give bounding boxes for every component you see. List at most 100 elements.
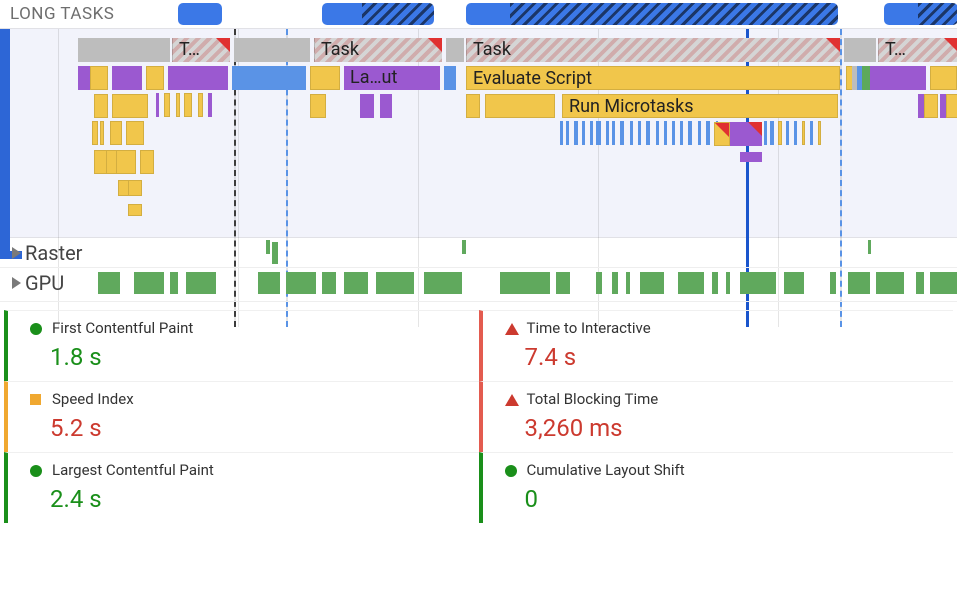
raster-event[interactable] <box>272 242 278 264</box>
task-label: Task <box>321 39 359 60</box>
metric-name: Cumulative Layout Shift <box>527 461 948 479</box>
long-task-segment[interactable] <box>884 3 918 25</box>
long-task-warning-icon <box>216 38 230 52</box>
raster-event[interactable] <box>266 240 270 254</box>
metric-name: First Contentful Paint <box>52 319 473 337</box>
task-block[interactable]: Task <box>466 38 840 62</box>
gpu-event[interactable] <box>286 272 316 294</box>
long-task-segment[interactable] <box>322 3 362 25</box>
gpu-event[interactable] <box>830 272 836 294</box>
metric-value: 1.8 s <box>50 343 473 371</box>
metric-card[interactable]: Speed Index5.2 s <box>4 381 479 452</box>
frame-block[interactable] <box>740 152 762 162</box>
evaluate-script-block[interactable]: Evaluate Script <box>466 66 840 90</box>
frame-block[interactable] <box>924 94 938 118</box>
gpu-event[interactable] <box>848 272 870 294</box>
frame-block[interactable] <box>232 66 306 90</box>
frame-block[interactable] <box>94 94 108 118</box>
frame-block[interactable] <box>90 66 108 90</box>
gpu-event[interactable] <box>876 272 904 294</box>
metric-card[interactable]: Total Blocking Time3,260 ms <box>479 381 954 452</box>
gpu-event[interactable] <box>596 272 602 294</box>
task-block[interactable] <box>78 38 170 62</box>
long-task-segment-hatch[interactable] <box>918 3 957 25</box>
frame-block[interactable] <box>78 66 90 90</box>
frame-block[interactable] <box>128 204 142 216</box>
frame-block[interactable] <box>946 94 957 118</box>
metric-card[interactable]: First Contentful Paint 1.8 s <box>4 310 479 381</box>
task-label: Task <box>473 39 511 60</box>
frame-block[interactable] <box>168 66 228 90</box>
long-task-warning-icon <box>748 122 762 136</box>
frame-block[interactable] <box>112 66 142 90</box>
task-block[interactable]: Task <box>314 38 442 62</box>
metric-card[interactable]: Time to Interactive7.4 s <box>479 310 954 381</box>
gpu-event[interactable] <box>344 272 368 294</box>
gpu-event[interactable] <box>930 272 957 294</box>
gpu-event[interactable] <box>258 272 280 294</box>
gpu-event[interactable] <box>134 272 164 294</box>
gpu-track[interactable]: GPU <box>0 268 957 302</box>
frame-block[interactable] <box>466 94 480 118</box>
gpu-event[interactable] <box>640 272 664 294</box>
frame-block[interactable] <box>116 150 136 174</box>
gpu-event[interactable] <box>170 272 178 294</box>
metric-card[interactable]: Largest Contentful Paint2.4 s <box>4 452 479 523</box>
gpu-event[interactable] <box>376 272 414 294</box>
gpu-event[interactable] <box>612 272 618 294</box>
frame-block[interactable] <box>930 66 957 90</box>
gpu-event[interactable] <box>500 272 550 294</box>
frame-block[interactable] <box>128 180 142 196</box>
gpu-event[interactable] <box>726 272 730 294</box>
frame-stripes[interactable] <box>560 121 740 145</box>
metric-card[interactable]: Cumulative Layout Shift 0 <box>479 452 954 523</box>
metric-value: 0 <box>525 485 948 513</box>
collapse-arrow-icon[interactable] <box>12 247 21 259</box>
run-microtasks-block[interactable]: Run Microtasks <box>562 94 838 118</box>
gpu-event[interactable] <box>98 272 120 294</box>
frame-block[interactable] <box>310 94 326 118</box>
task-block[interactable] <box>844 38 876 62</box>
frame-label: La…ut <box>350 67 397 88</box>
long-tasks-row: LONG TASKS <box>0 0 957 28</box>
gpu-event[interactable] <box>916 272 924 294</box>
raster-event[interactable] <box>462 240 466 254</box>
long-task-segment[interactable] <box>466 3 510 25</box>
frame-block[interactable] <box>714 122 730 146</box>
frame-block[interactable] <box>112 94 148 118</box>
frame-block[interactable] <box>360 94 374 118</box>
gpu-event[interactable] <box>626 272 630 294</box>
gpu-event[interactable] <box>784 272 804 294</box>
gpu-event[interactable] <box>740 272 776 294</box>
frame-label: Run Microtasks <box>569 96 694 117</box>
task-block[interactable]: T… <box>878 38 957 62</box>
gpu-event[interactable] <box>556 272 570 294</box>
collapse-arrow-icon[interactable] <box>12 277 21 289</box>
long-task-segment-hatch[interactable] <box>362 3 434 25</box>
task-block[interactable] <box>234 38 310 62</box>
gpu-event[interactable] <box>186 272 216 294</box>
raster-event[interactable] <box>868 240 871 254</box>
main-flamechart[interactable]: T… Task Task T… La…ut Evalu <box>0 28 957 238</box>
frame-block[interactable] <box>870 66 926 90</box>
frame-block[interactable] <box>310 66 340 90</box>
frame-block[interactable] <box>380 94 392 118</box>
frame-block[interactable]: La…ut <box>344 66 440 90</box>
long-task-warning-icon <box>715 123 729 137</box>
task-block[interactable]: T… <box>172 38 230 62</box>
long-task-segment-hatch[interactable] <box>510 3 838 25</box>
frame-block[interactable] <box>140 150 154 174</box>
gpu-event[interactable] <box>322 272 336 294</box>
metric-name: Total Blocking Time <box>527 390 948 408</box>
gpu-event[interactable] <box>712 272 718 294</box>
frame-block[interactable] <box>444 66 456 90</box>
frame-block[interactable] <box>730 122 762 146</box>
frame-block[interactable] <box>485 94 555 118</box>
frame-block[interactable] <box>146 66 164 90</box>
gpu-event[interactable] <box>678 272 704 294</box>
task-block[interactable] <box>446 38 464 62</box>
long-task-segment[interactable] <box>178 3 222 25</box>
raster-track[interactable]: Raster <box>0 238 957 268</box>
metric-name: Time to Interactive <box>527 319 948 337</box>
gpu-event[interactable] <box>424 272 462 294</box>
